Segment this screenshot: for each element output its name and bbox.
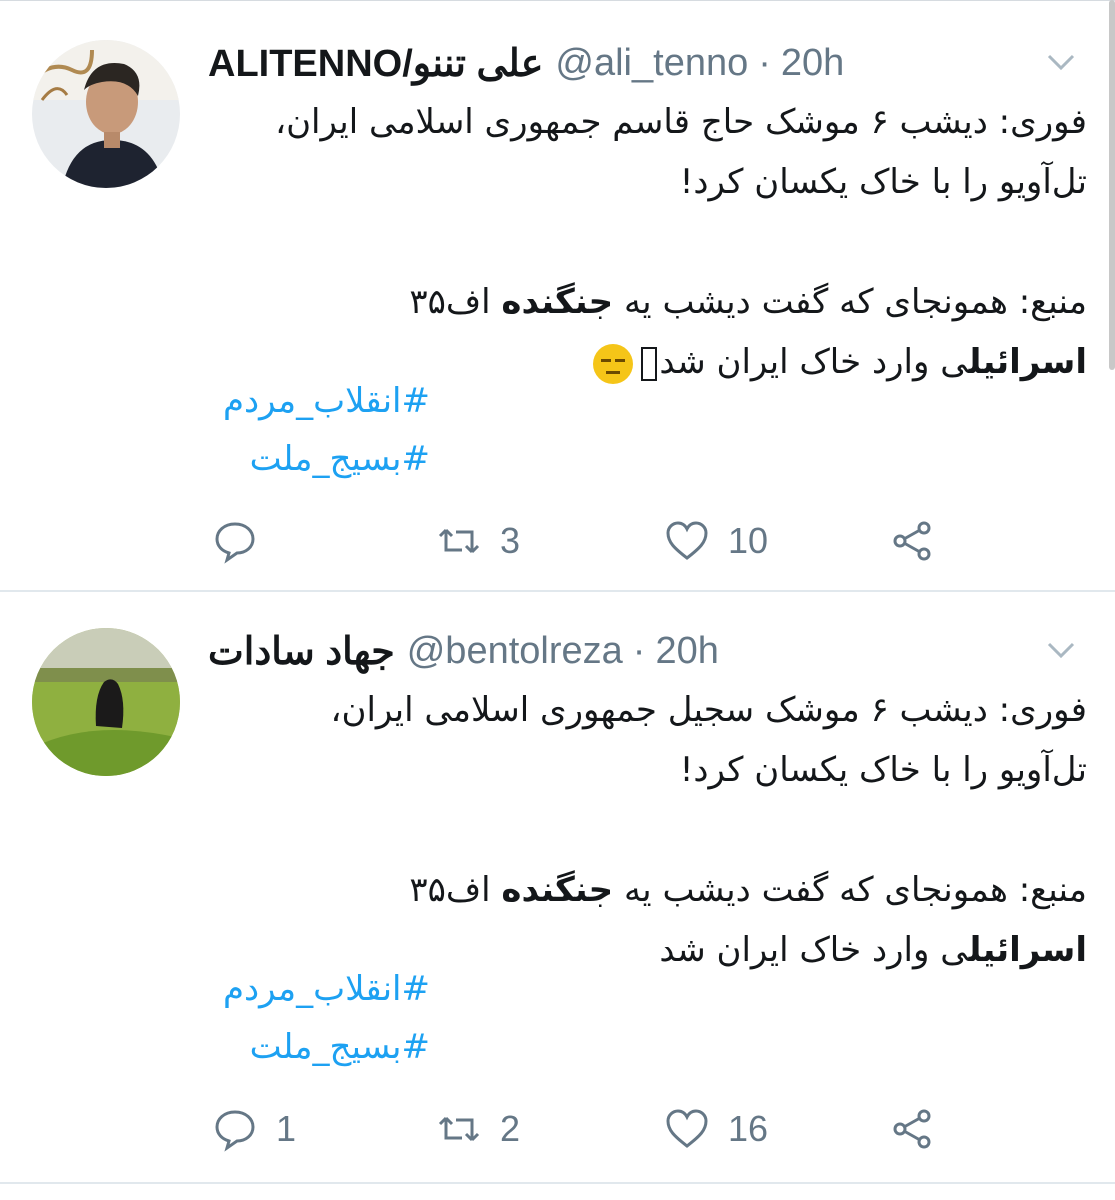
hashtag-link[interactable]: #بسیج_ملت [200, 1018, 430, 1076]
separator-dot: · [758, 41, 771, 84]
avatar[interactable] [32, 628, 180, 776]
like-count: 16 [728, 1108, 769, 1149]
tweet-text: فوری: دیشب ۶ موشک سجیل جمهوری اسلامی ایر… [200, 680, 1087, 980]
tweet-line: تل‌آویو را با خاک یکسان کرد! [679, 750, 1087, 790]
hashtag-link[interactable]: #انقلاب_مردم [200, 960, 430, 1018]
user-handle[interactable]: @ali_tenno [555, 42, 748, 85]
timestamp[interactable]: 20h [655, 630, 718, 673]
chevron-down-icon[interactable] [1043, 44, 1079, 80]
tweet-line: فوری: دیشب ۶ موشک حاج قاسم جمهوری اسلامی… [275, 102, 1087, 142]
chevron-down-icon[interactable] [1043, 632, 1079, 668]
bold-span: اسرائیل [968, 342, 1087, 382]
share-icon [893, 1109, 931, 1149]
tweet-actions: 3 10 [208, 516, 948, 566]
hashtag-link[interactable]: #بسیج_ملت [200, 430, 430, 488]
tweet-text: فوری: دیشب ۶ موشک حاج قاسم جمهوری اسلامی… [200, 92, 1087, 392]
hashtag-list: #انقلاب_مردم #بسیج_ملت [200, 372, 430, 488]
tweet-line: منبع: همونجای که گفت دیشب یه جنگنده اف۳۵ [200, 272, 1087, 332]
retweet-icon [438, 1116, 480, 1142]
bold-span: اسرائیل [968, 930, 1087, 970]
bold-span: جنگنده [501, 870, 614, 910]
like-button[interactable]: 16 [664, 1104, 768, 1154]
bold-span: جنگنده [501, 282, 614, 322]
heart-icon [666, 521, 708, 560]
share-button[interactable] [890, 1104, 936, 1154]
like-count: 10 [728, 520, 769, 561]
retweet-icon [438, 528, 480, 554]
display-name[interactable]: ALITENNO/علی تننو [208, 41, 543, 86]
tweet-line: تل‌آویو را با خاک یکسان کرد! [679, 162, 1087, 202]
share-button[interactable] [890, 516, 936, 566]
text-span: منبع: همونجای که گفت دیشب یه [613, 870, 1087, 910]
timestamp[interactable]: 20h [781, 42, 844, 85]
text-span: ی وارد خاک ایران شد [659, 930, 969, 970]
avatar[interactable] [32, 40, 180, 188]
text-span: ی وارد خاک ایران شد [659, 342, 969, 382]
heart-icon [666, 1109, 708, 1148]
tweet-line: فوری: دیشب ۶ موشک سجیل جمهوری اسلامی ایر… [330, 690, 1087, 730]
retweet-button[interactable]: 2 [436, 1104, 520, 1154]
like-button[interactable]: 10 [664, 516, 768, 566]
tweet-actions: 1 2 16 [208, 1104, 948, 1154]
reply-button[interactable]: 1 [212, 1104, 296, 1154]
separator-dot: · [632, 629, 646, 672]
tweet-header: جهاد سادات @bentolreza · 20h [208, 626, 719, 676]
text-span: منبع: همونجای که گفت دیشب یه [613, 282, 1087, 322]
expressionless-face-icon [593, 343, 634, 384]
tweet[interactable]: ALITENNO/علی تننو @ali_tenno · 20h فوری:… [0, 0, 1115, 592]
missing-glyph-box [641, 346, 658, 381]
share-icon [893, 521, 931, 561]
text-span: اف۳۵ [409, 870, 502, 910]
retweet-button[interactable]: 3 [436, 516, 520, 566]
user-handle[interactable]: @bentolreza [407, 630, 623, 673]
reply-button[interactable] [212, 516, 276, 566]
tweet-header: ALITENNO/علی تننو @ali_tenno · 20h [208, 38, 844, 88]
tweet-line: منبع: همونجای که گفت دیشب یه جنگنده اف۳۵ [200, 860, 1087, 920]
hashtag-link[interactable]: #انقلاب_مردم [200, 372, 430, 430]
display-name[interactable]: جهاد سادات [208, 629, 395, 674]
retweet-count: 3 [500, 520, 521, 561]
reply-icon [215, 1110, 255, 1152]
reply-count: 1 [276, 1108, 297, 1149]
text-span: اف۳۵ [409, 282, 502, 322]
retweet-count: 2 [500, 1108, 521, 1149]
reply-icon [215, 522, 255, 564]
hashtag-list: #انقلاب_مردم #بسیج_ملت [200, 960, 430, 1076]
